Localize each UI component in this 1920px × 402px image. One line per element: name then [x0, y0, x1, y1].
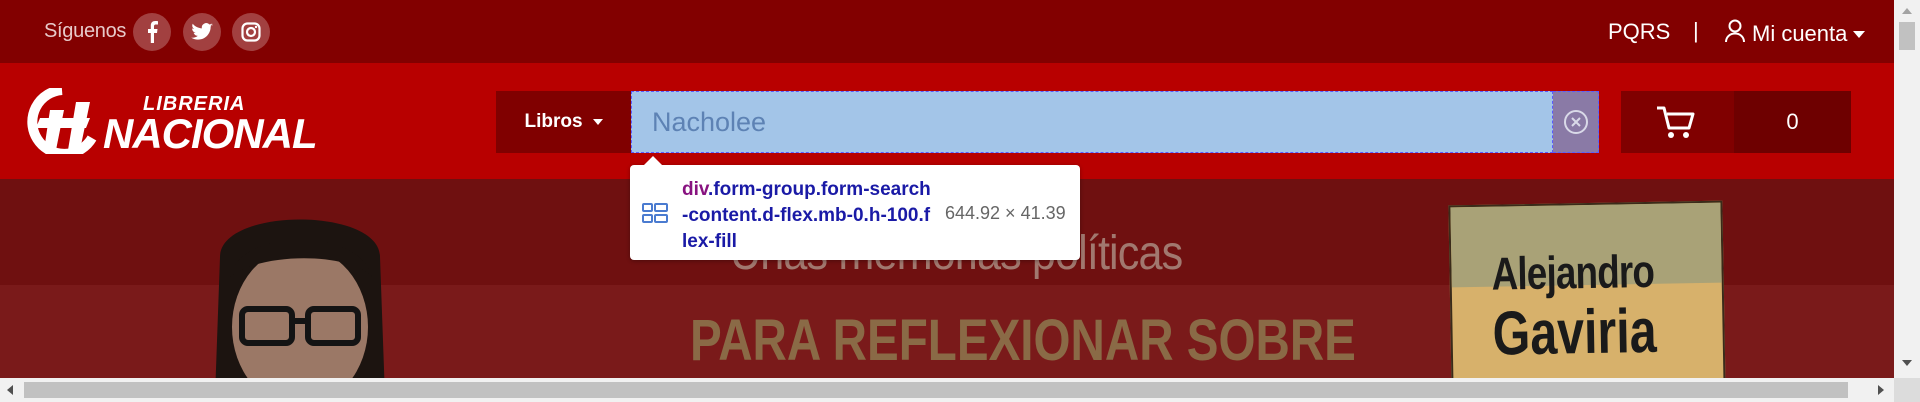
author-photo: [200, 197, 400, 378]
twitter-icon[interactable]: [183, 13, 221, 51]
search-form: [631, 91, 1599, 153]
banner-headline: PARA REFLEXIONAR SOBRE: [690, 308, 1356, 373]
book-author-last: Gaviria: [1492, 296, 1658, 369]
logo-main-text: NACIONAL: [103, 110, 318, 157]
close-circle-icon: [1563, 110, 1588, 134]
clear-search-button[interactable]: [1553, 91, 1599, 153]
instagram-icon[interactable]: [232, 13, 270, 51]
search-input[interactable]: [631, 91, 1553, 153]
flex-layout-icon: [642, 202, 668, 229]
logo[interactable]: LIBRERIA NACIONAL: [20, 88, 325, 157]
user-icon: [1724, 19, 1746, 49]
top-bar: Síguenos PQRS | Mi cuenta: [0, 0, 1894, 63]
element-classes: .form-group.form-search-content.d-flex.m…: [682, 179, 931, 252]
account-menu[interactable]: Mi cuenta: [1724, 19, 1866, 49]
scroll-thumb[interactable]: [24, 382, 1848, 398]
main-header: LIBRERIA NACIONAL Libros 0: [0, 63, 1894, 179]
cart-count: 0: [1734, 91, 1851, 153]
element-selector: div.form-group.form-search-content.d-fle…: [682, 177, 932, 255]
chevron-down-icon: [592, 119, 603, 125]
horizontal-scrollbar[interactable]: [0, 378, 1894, 402]
book-cover: Alejandro Gaviria: [1448, 200, 1726, 378]
chevron-down-icon: [1853, 30, 1866, 38]
element-size: 644.92 × 41.39: [945, 203, 1066, 223]
scroll-left-icon[interactable]: [7, 385, 13, 395]
follow-us-label: Síguenos: [44, 20, 127, 42]
book-author-first: Alejandro: [1491, 244, 1655, 300]
scroll-right-icon[interactable]: [1878, 385, 1884, 395]
logo-mark-icon: [27, 88, 97, 154]
vertical-scrollbar[interactable]: [1894, 0, 1920, 378]
cart-button[interactable]: 0: [1621, 91, 1851, 153]
scroll-down-icon[interactable]: [1902, 360, 1912, 366]
scroll-thumb[interactable]: [1899, 22, 1915, 50]
category-dropdown[interactable]: Libros: [496, 91, 631, 153]
element-tag: div: [682, 179, 709, 200]
facebook-icon[interactable]: [133, 13, 171, 51]
cart-icon: [1655, 104, 1695, 145]
category-label: Libros: [524, 111, 583, 132]
account-label: Mi cuenta: [1752, 21, 1848, 46]
devtools-inspect-tooltip: div.form-group.form-search-content.d-fle…: [630, 156, 1080, 260]
scroll-up-icon[interactable]: [1902, 8, 1912, 14]
divider: |: [1693, 18, 1699, 43]
scrollbar-corner: [1894, 378, 1920, 402]
pqrs-link[interactable]: PQRS: [1608, 19, 1670, 45]
tooltip-arrow: [644, 156, 662, 165]
